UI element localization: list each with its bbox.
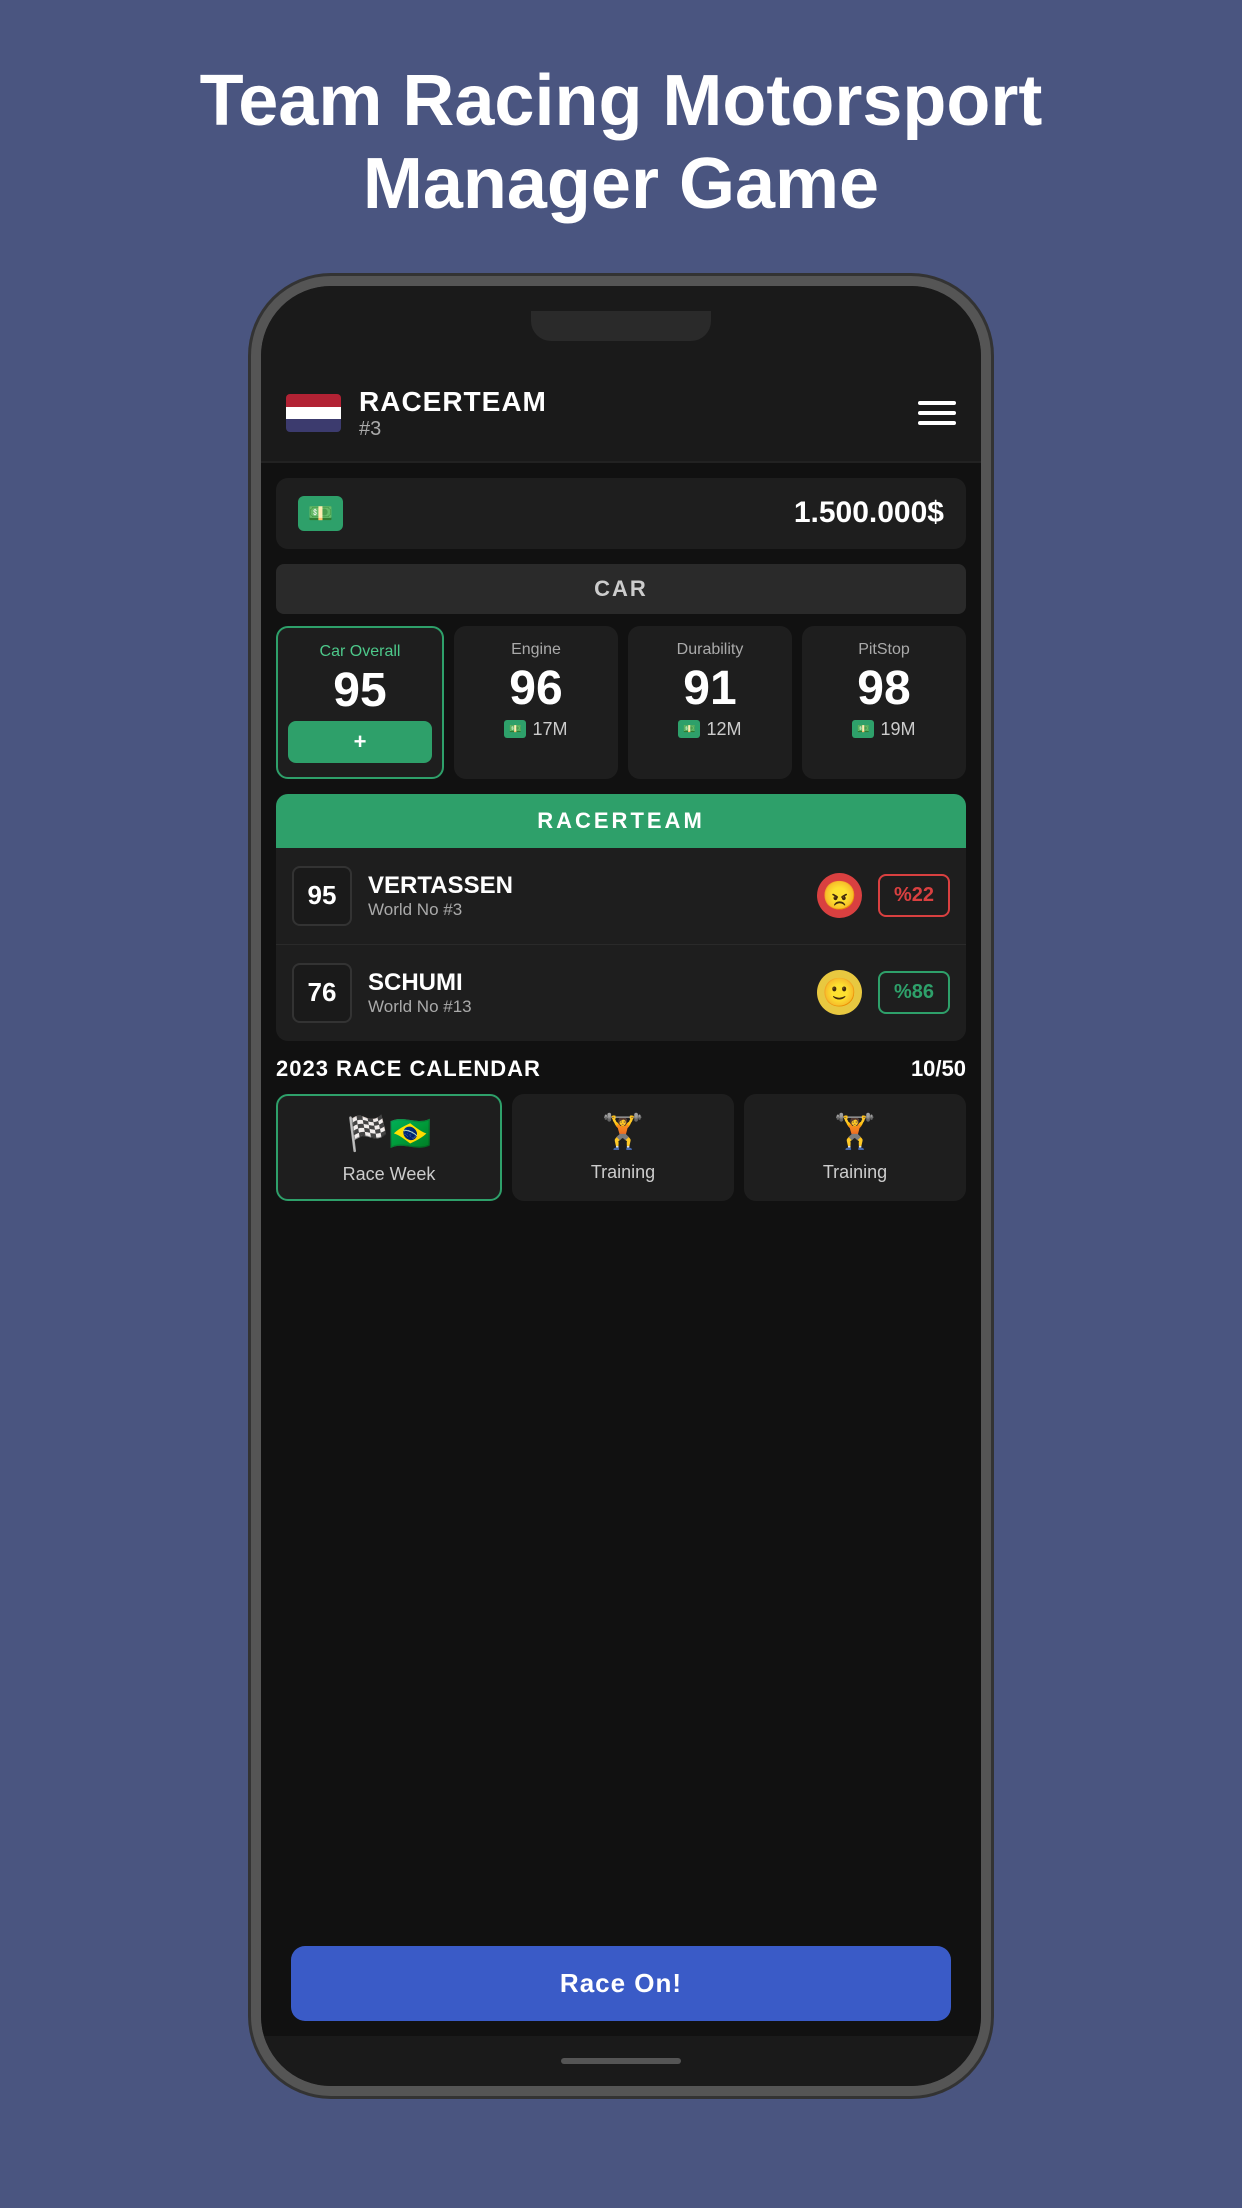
car-stats-row: Car Overall 95 + Engine 96 💵17M Durabili… — [276, 626, 966, 779]
calendar-title: 2023 RACE CALENDAR — [276, 1056, 541, 1082]
stat-value-durability: 91 — [683, 665, 736, 713]
driver-rank-schumi: World No #13 — [368, 997, 801, 1017]
stat-label-overall: Car Overall — [320, 642, 401, 661]
phone-screen: RACERTEAM #3 💵 1.500.000$ CAR Car Overal… — [261, 366, 981, 2036]
calendar-item-training-2[interactable]: 🏋️ Training — [744, 1094, 966, 1201]
calendar-section: 2023 RACE CALENDAR 10/50 🏁🇧🇷 Race Week 🏋… — [276, 1056, 966, 1201]
flag-usa — [286, 394, 341, 432]
stat-card-engine: Engine 96 💵17M — [454, 626, 618, 779]
engine-cost: 💵17M — [504, 719, 567, 740]
training-1-label: Training — [591, 1162, 655, 1183]
stat-value-engine: 96 — [509, 665, 562, 713]
driver-rating-vertassen: 95 — [292, 866, 352, 926]
driver-name-schumi: SCHUMI — [368, 969, 801, 997]
driver-info-schumi: SCHUMI World No #13 — [368, 969, 801, 1017]
page-title-block: Team Racing Motorsport Manager Game — [100, 0, 1143, 276]
calendar-item-training-1[interactable]: 🏋️ Training — [512, 1094, 734, 1201]
condition-badge-good: %86 — [878, 971, 950, 1014]
money-icon: 💵 — [298, 496, 343, 531]
bottom-bar: Race On! — [276, 1931, 966, 2036]
driver-row-schumi[interactable]: 76 SCHUMI World No #13 🙂 %86 — [276, 945, 966, 1041]
condition-badge-bad: %22 — [878, 874, 950, 917]
home-indicator — [561, 2058, 681, 2064]
title-line1: Team Racing Motorsport — [200, 61, 1043, 141]
driver-rating-schumi: 76 — [292, 963, 352, 1023]
team-section: RACERTEAM 95 VERTASSEN World No #3 😠 %22… — [276, 794, 966, 1041]
stat-value-overall: 95 — [333, 667, 386, 715]
training-1-icon: 🏋️ — [602, 1112, 644, 1152]
team-info: RACERTEAM #3 — [359, 386, 547, 441]
driver-name-vertassen: VERTASSEN — [368, 872, 801, 900]
calendar-items-row: 🏁🇧🇷 Race Week 🏋️ Training 🏋️ Training — [276, 1094, 966, 1201]
hamburger-menu-button[interactable] — [918, 401, 956, 425]
training-2-icon: 🏋️ — [834, 1112, 876, 1152]
team-name: RACERTEAM — [359, 386, 547, 418]
phone-bottom-bar — [261, 2036, 981, 2086]
upgrade-button[interactable]: + — [288, 721, 432, 763]
car-section-label: CAR — [276, 564, 966, 614]
race-week-label: Race Week — [343, 1164, 436, 1185]
calendar-header: 2023 RACE CALENDAR 10/50 — [276, 1056, 966, 1082]
stat-label-engine: Engine — [511, 640, 561, 659]
team-number: #3 — [359, 418, 547, 441]
phone-top-bar — [261, 286, 981, 366]
driver-rank-vertassen: World No #3 — [368, 900, 801, 920]
money-amount: 1.500.000$ — [794, 496, 944, 530]
money-bar: 💵 1.500.000$ — [276, 478, 966, 549]
mood-icon-good: 🙂 — [817, 970, 862, 1015]
calendar-count: 10/50 — [911, 1056, 966, 1082]
team-section-header: RACERTEAM — [276, 794, 966, 848]
race-on-button[interactable]: Race On! — [291, 1946, 951, 2021]
stat-card-overall: Car Overall 95 + — [276, 626, 444, 779]
driver-info-vertassen: VERTASSEN World No #3 — [368, 872, 801, 920]
app-header: RACERTEAM #3 — [261, 366, 981, 463]
stat-label-durability: Durability — [677, 640, 744, 659]
durability-cost: 💵12M — [678, 719, 741, 740]
stat-card-pitstop: PitStop 98 💵19M — [802, 626, 966, 779]
calendar-item-race-week[interactable]: 🏁🇧🇷 Race Week — [276, 1094, 502, 1201]
title-line2: Manager Game — [363, 144, 879, 224]
training-2-label: Training — [823, 1162, 887, 1183]
mood-icon-bad: 😠 — [817, 873, 862, 918]
stat-value-pitstop: 98 — [857, 665, 910, 713]
stat-label-pitstop: PitStop — [858, 640, 910, 659]
phone-frame: RACERTEAM #3 💵 1.500.000$ CAR Car Overal… — [251, 276, 991, 2096]
race-week-icon: 🏁🇧🇷 — [347, 1114, 432, 1154]
driver-row-vertassen[interactable]: 95 VERTASSEN World No #3 😠 %22 — [276, 848, 966, 945]
pitstop-cost: 💵19M — [852, 719, 915, 740]
stat-card-durability: Durability 91 💵12M — [628, 626, 792, 779]
